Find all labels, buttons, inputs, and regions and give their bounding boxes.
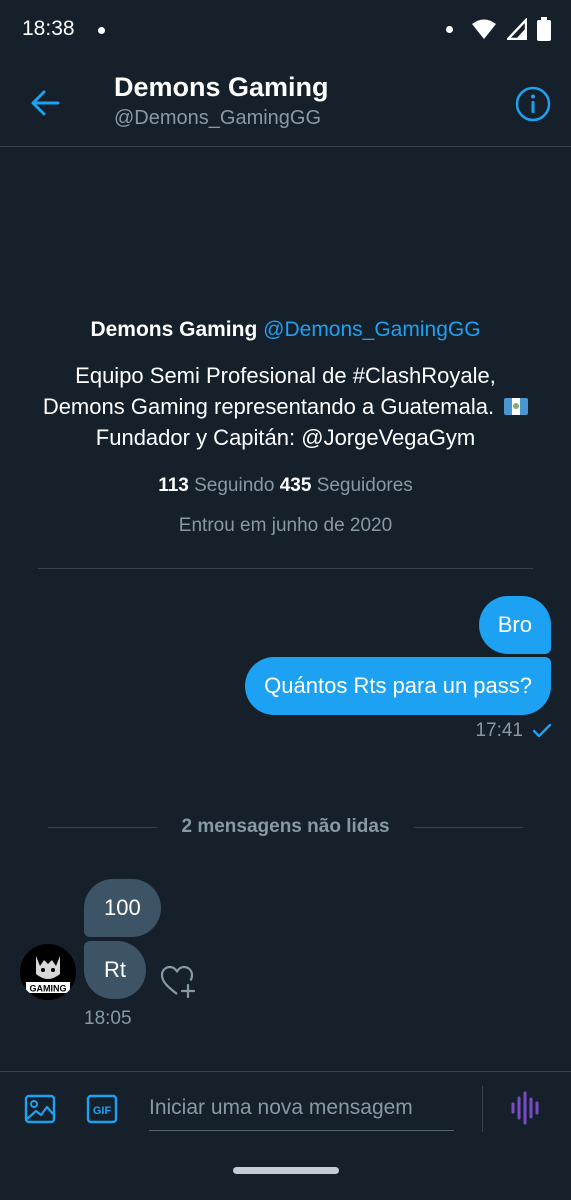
- back-button[interactable]: [26, 84, 64, 122]
- profile-summary: Demons Gaming @Demons_GamingGG Equipo Se…: [0, 318, 571, 537]
- gif-icon: GIF: [86, 1094, 118, 1124]
- joined-date: Entrou em junho de 2020: [178, 515, 393, 536]
- status-icons: [446, 14, 551, 44]
- unread-label: 2 mensagens não lidas: [181, 816, 390, 837]
- profile-stats: 113 Seguindo 435 Seguidores: [0, 475, 571, 497]
- image-icon: [24, 1094, 56, 1124]
- notification-dot-icon: [98, 27, 105, 34]
- received-time: 18:05: [84, 1008, 132, 1029]
- checkmark-icon: [533, 724, 551, 738]
- received-message[interactable]: Rt: [84, 941, 146, 999]
- like-message-button[interactable]: [160, 964, 196, 1000]
- avatar-text: GAMING: [30, 984, 67, 994]
- add-gif-button[interactable]: GIF: [86, 1093, 118, 1125]
- profile-name-line: Demons Gaming @Demons_GamingGG: [0, 318, 571, 342]
- info-icon: [515, 86, 551, 122]
- wifi-icon: [472, 19, 496, 39]
- profile-name: Demons Gaming: [90, 318, 258, 341]
- bio-line: Demons Gaming representando a Guatemala.: [20, 391, 551, 422]
- info-button[interactable]: [515, 86, 551, 122]
- dot-icon: [446, 25, 453, 33]
- profile-divider: [38, 568, 533, 569]
- profile-bio: Equipo Semi Profesional de #ClashRoyale,…: [0, 360, 571, 453]
- sent-message[interactable]: Quántos Rts para un pass?: [245, 657, 551, 715]
- cell-signal-icon: [507, 18, 527, 40]
- separator-line: [48, 826, 158, 828]
- separator-line: [413, 826, 523, 828]
- svg-text:GIF: GIF: [93, 1105, 112, 1117]
- add-photo-button[interactable]: [24, 1093, 56, 1125]
- bio-line: Equipo Semi Profesional de #ClashRoyale,: [75, 363, 496, 388]
- profile-handle-link[interactable]: @Demons_GamingGG: [263, 318, 480, 341]
- unread-separator: 2 mensagens não lidas: [48, 815, 523, 839]
- status-bar: 18:38: [0, 0, 571, 60]
- voice-message-button[interactable]: [508, 1090, 544, 1126]
- heart-plus-icon: [160, 965, 196, 999]
- conversation-title: Demons Gaming: [114, 72, 329, 102]
- following-count: 113: [158, 475, 189, 496]
- status-time: 18:38: [22, 17, 75, 40]
- followers-label: Seguidores: [316, 475, 413, 496]
- arrow-left-icon: [31, 90, 60, 116]
- battery-icon: [537, 17, 551, 41]
- bio-line: Fundador y Capitán: @JorgeVegaGym: [95, 425, 476, 450]
- sent-message[interactable]: Bro: [478, 596, 551, 654]
- sent-meta: 17:41: [475, 720, 551, 742]
- avatar[interactable]: GAMING: [20, 944, 76, 1000]
- sent-time: 17:41: [475, 720, 523, 741]
- guatemala-flag-icon: [504, 398, 529, 415]
- following-label: Seguindo: [194, 475, 275, 496]
- conversation-handle: @Demons_GamingGG: [114, 107, 322, 129]
- composer-divider: [482, 1086, 483, 1132]
- gaming-logo: GAMING: [20, 944, 76, 1000]
- conversation-header: Demons Gaming @Demons_GamingGG: [0, 60, 571, 147]
- message-input[interactable]: [149, 1086, 454, 1131]
- message-composer: GIF: [0, 1071, 571, 1152]
- voice-waveform-icon: [511, 1091, 539, 1125]
- received-message[interactable]: 100: [84, 879, 161, 937]
- followers-count: 435: [279, 475, 312, 496]
- home-indicator[interactable]: [233, 1167, 339, 1174]
